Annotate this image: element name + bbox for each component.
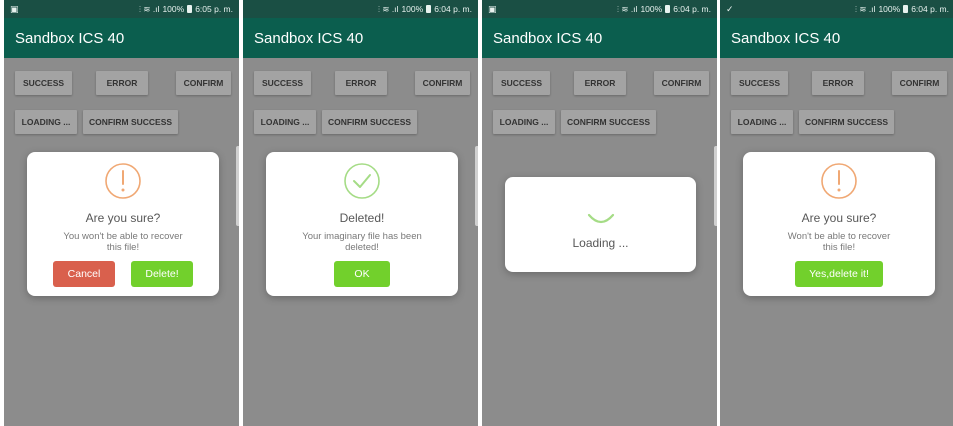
status-bar: ⫶ ≋ .ıl 100% 6:04 p. m. xyxy=(243,0,478,18)
app-title: Sandbox ICS 40 xyxy=(731,29,841,47)
success-button[interactable]: SUCCESS xyxy=(15,71,72,95)
error-button[interactable]: ERROR xyxy=(96,71,148,95)
confirm-success-button[interactable]: CONFIRM SUCCESS xyxy=(561,110,656,134)
dialog-message-line-1: You won't be able to recover xyxy=(63,231,183,242)
status-bar: ▣ ⫶ ≋ .ıl 100% 6:04 p. m. xyxy=(482,0,717,18)
dialog-message: Your imaginary file has been deleted! xyxy=(302,231,422,253)
content-area: SUCCESS ERROR CONFIRM LOADING ... CONFIR… xyxy=(482,58,717,426)
dialog-buttons: Yes,delete it! xyxy=(795,261,883,287)
phone-screen-1: ▣ ⫶ ≋ .ıl 100% 6:05 p. m. Sandbox ICS 40… xyxy=(4,0,239,426)
edge-panel-handle[interactable] xyxy=(475,146,478,226)
dialog-message: You won't be able to recover this file! xyxy=(63,231,182,253)
clock: 6:04 p. m. xyxy=(911,4,949,14)
success-check-icon xyxy=(343,162,381,205)
signal-icon: ⫶ ≋ .ıl xyxy=(138,3,160,14)
success-button[interactable]: SUCCESS xyxy=(731,71,788,95)
loading-text: Loading ... xyxy=(572,236,629,250)
dialog-title: Are you sure? xyxy=(801,211,877,225)
loading-button[interactable]: LOADING ... xyxy=(15,110,77,134)
confirm-success-button[interactable]: CONFIRM SUCCESS xyxy=(83,110,178,134)
error-button[interactable]: ERROR xyxy=(574,71,626,95)
cancel-button[interactable]: Cancel xyxy=(53,261,115,287)
yes-delete-button[interactable]: Yes,delete it! xyxy=(795,261,883,287)
edge-panel-handle[interactable] xyxy=(236,146,239,226)
app-title: Sandbox ICS 40 xyxy=(493,29,603,47)
battery-icon xyxy=(426,5,432,13)
status-bar: ▣ ⫶ ≋ .ıl 100% 6:05 p. m. xyxy=(4,0,239,18)
app-bar: Sandbox ICS 40 xyxy=(243,18,478,58)
confirm-button[interactable]: CONFIRM xyxy=(892,71,947,95)
dialog-message-line-1: Won't be able to recover xyxy=(787,231,891,242)
clock: 6:05 p. m. xyxy=(195,4,233,14)
loading-button[interactable]: LOADING ... xyxy=(493,110,555,134)
app-bar: Sandbox ICS 40 xyxy=(720,18,953,58)
battery-icon xyxy=(903,5,909,13)
clock: 6:04 p. m. xyxy=(673,4,711,14)
loading-button[interactable]: LOADING ... xyxy=(731,110,793,134)
dialog-message-line-2: deleted! xyxy=(345,242,379,253)
app-title: Sandbox ICS 40 xyxy=(15,29,125,47)
dialog-title: Are you sure? xyxy=(85,211,161,225)
success-button[interactable]: SUCCESS xyxy=(493,71,550,95)
success-button[interactable]: SUCCESS xyxy=(254,71,311,95)
confirm-button[interactable]: CONFIRM xyxy=(415,71,470,95)
battery-icon xyxy=(187,5,193,13)
content-area: SUCCESS ERROR CONFIRM LOADING ... CONFIR… xyxy=(4,58,239,426)
confirm-button[interactable]: CONFIRM xyxy=(654,71,709,95)
ok-button[interactable]: OK xyxy=(334,261,390,287)
battery-percent: 100% xyxy=(878,4,901,14)
loading-dialog: Loading ... xyxy=(505,177,696,272)
phone-screen-2: ⫶ ≋ .ıl 100% 6:04 p. m. Sandbox ICS 40 S… xyxy=(243,0,478,426)
signal-icon: ⫶ ≋ .ıl xyxy=(377,3,399,14)
confirm-success-button[interactable]: CONFIRM SUCCESS xyxy=(799,110,894,134)
app-bar: Sandbox ICS 40 xyxy=(482,18,717,58)
error-button[interactable]: ERROR xyxy=(812,71,864,95)
phone-screen-4: ✓ ⫶ ≋ .ıl 100% 6:04 p. m. Sandbox ICS 40… xyxy=(720,0,953,426)
clock: 6:04 p. m. xyxy=(434,4,472,14)
app-bar: Sandbox ICS 40 xyxy=(4,18,239,58)
error-button[interactable]: ERROR xyxy=(335,71,387,95)
signal-icon: ⫶ ≋ .ıl xyxy=(616,3,638,14)
dialog-message-line-2: this file! xyxy=(106,242,140,253)
warning-dialog: Are you sure? You won't be able to recov… xyxy=(27,152,219,296)
dialog-buttons: Cancel Delete! xyxy=(53,261,193,287)
battery-percent: 100% xyxy=(162,4,185,14)
phone-screen-3: ▣ ⫶ ≋ .ıl 100% 6:04 p. m. Sandbox ICS 40… xyxy=(482,0,717,426)
content-area: SUCCESS ERROR CONFIRM LOADING ... CONFIR… xyxy=(243,58,478,426)
battery-percent: 100% xyxy=(401,4,424,14)
content-area: SUCCESS ERROR CONFIRM LOADING ... CONFIR… xyxy=(720,58,953,426)
spinner-icon xyxy=(583,209,619,234)
dialog-buttons: OK xyxy=(334,261,390,287)
warning-dialog: Are you sure? Won't be able to recover t… xyxy=(743,152,935,296)
confirm-button[interactable]: CONFIRM xyxy=(176,71,231,95)
signal-icon: ⫶ ≋ .ıl xyxy=(854,3,876,14)
warning-icon xyxy=(104,162,142,205)
dialog-message-line-1: Your imaginary file has been xyxy=(302,231,422,242)
dialog-message: Won't be able to recover this file! xyxy=(788,231,891,253)
loading-button[interactable]: LOADING ... xyxy=(254,110,316,134)
status-bar: ✓ ⫶ ≋ .ıl 100% 6:04 p. m. xyxy=(720,0,953,18)
app-title: Sandbox ICS 40 xyxy=(254,29,364,47)
dialog-title: Deleted! xyxy=(339,211,385,225)
dialog-message-line-2: this file! xyxy=(822,242,856,253)
warning-icon xyxy=(820,162,858,205)
battery-icon xyxy=(665,5,671,13)
success-dialog: Deleted! Your imaginary file has been de… xyxy=(266,152,458,296)
confirm-success-button[interactable]: CONFIRM SUCCESS xyxy=(322,110,417,134)
edge-panel-handle[interactable] xyxy=(714,146,717,226)
image-notification-icon: ▣ xyxy=(10,3,19,14)
image-notification-icon: ▣ xyxy=(488,3,497,14)
check-notification-icon: ✓ xyxy=(726,3,734,14)
delete-button[interactable]: Delete! xyxy=(131,261,193,287)
battery-percent: 100% xyxy=(640,4,663,14)
